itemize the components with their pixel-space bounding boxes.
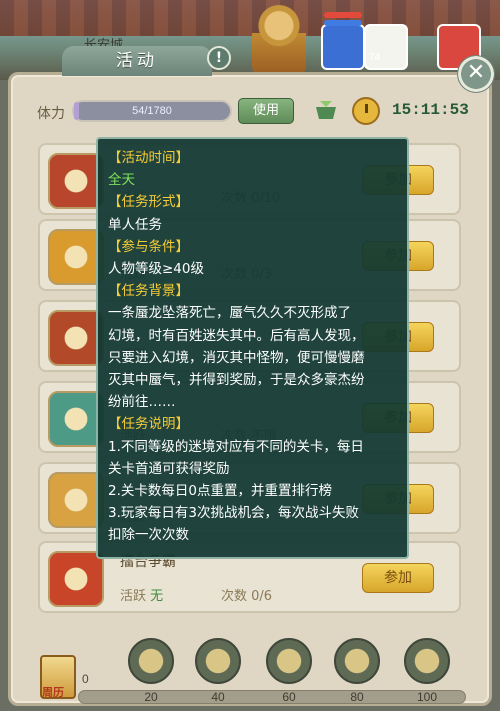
activity-active-label: 活跃 xyxy=(120,589,147,604)
stamina-value: 54/1780 xyxy=(132,105,172,117)
countdown-timer: 15:11:53 xyxy=(392,101,469,119)
join-button[interactable]: 参加 xyxy=(362,563,434,593)
activity-info-tooltip: 【活动时间】 全天 【任务形式】 单人任务 【参与条件】 人物等级≥40级 【任… xyxy=(96,137,409,559)
activity-active-value: 无 xyxy=(150,589,164,604)
milestone-reward-icon[interactable] xyxy=(128,638,174,684)
tooltip-description-heading: 【任务说明】 xyxy=(108,416,189,433)
milestone-value: 40 xyxy=(211,690,225,704)
milestone-reward-icon[interactable] xyxy=(404,638,450,684)
milestone-reward-icon[interactable] xyxy=(195,638,241,684)
stamina-label: 体力 xyxy=(37,106,65,122)
milestone-reward-icon[interactable] xyxy=(334,638,380,684)
close-button[interactable]: ✕ xyxy=(457,55,495,93)
clock-icon xyxy=(352,97,380,125)
party-avatar-1[interactable] xyxy=(321,12,365,70)
milestone-value: 100 xyxy=(416,690,438,704)
calendar-label[interactable]: 周历 xyxy=(42,684,64,700)
milestone-value: 60 xyxy=(282,690,296,704)
tooltip-background-line: 纷前往…… xyxy=(108,394,176,411)
wu-badge-icon[interactable] xyxy=(48,551,104,607)
tooltip-background-line: 只要进入幻境，消灭其中怪物，便可慢慢磨 xyxy=(108,349,365,366)
activity-count: 次数 0/6 xyxy=(221,589,273,604)
palace-roof xyxy=(0,0,500,36)
mp-bar xyxy=(324,20,362,26)
tooltip-condition-value: 人物等级≥40级 xyxy=(108,261,204,278)
reward-icon[interactable] xyxy=(314,99,338,121)
tooltip-background-line: 灭其中蜃气，并得到奖励，于是众多豪杰纷 xyxy=(108,372,365,389)
tooltip-description-line: 关卡首通可获得奖励 xyxy=(108,460,230,477)
tooltip-description-line: 2.关卡数每日0点重置，并重置排行榜 xyxy=(108,483,332,500)
tooltip-description-line: 3.玩家每日有3次挑战机会，每次战斗失败 xyxy=(108,505,359,522)
tooltip-description-line: 1.不同等级的迷境对应有不同的关卡，每日 xyxy=(108,438,364,455)
tooltip-form-heading: 【任务形式】 xyxy=(108,194,189,211)
pet-level: 74 xyxy=(369,52,381,63)
pet-avatar[interactable] xyxy=(364,24,408,70)
tooltip-time-heading: 【活动时间】 xyxy=(108,150,189,166)
milestone-reward-icon[interactable] xyxy=(266,638,312,684)
progress-start-value: 0 xyxy=(82,672,89,686)
tooltip-time-value: 全天 xyxy=(108,172,135,189)
tooltip-background-heading: 【任务背景】 xyxy=(108,283,189,300)
tooltip-condition-heading: 【参与条件】 xyxy=(108,238,189,255)
help-button[interactable]: ! xyxy=(207,46,231,70)
milestone-value: 20 xyxy=(144,690,158,704)
tooltip-description-line: 扣除一次次数 xyxy=(108,527,189,544)
panel-title: 活动 xyxy=(62,46,212,76)
tooltip-background-line: 一条蜃龙坠落死亡，蜃气久久不灭形成了 xyxy=(108,305,351,322)
tooltip-background-line: 幻境，时有百姓迷失其中。后有高人发现， xyxy=(108,327,365,344)
activity-active: 活跃 无 xyxy=(120,585,163,604)
stamina-bar: 54/1780 xyxy=(72,100,232,122)
use-button[interactable]: 使用 xyxy=(238,98,294,124)
milestone-value: 80 xyxy=(350,690,364,704)
hp-bar xyxy=(324,12,362,18)
npc-character[interactable] xyxy=(252,4,306,76)
tooltip-form-value: 单人任务 xyxy=(108,216,162,233)
